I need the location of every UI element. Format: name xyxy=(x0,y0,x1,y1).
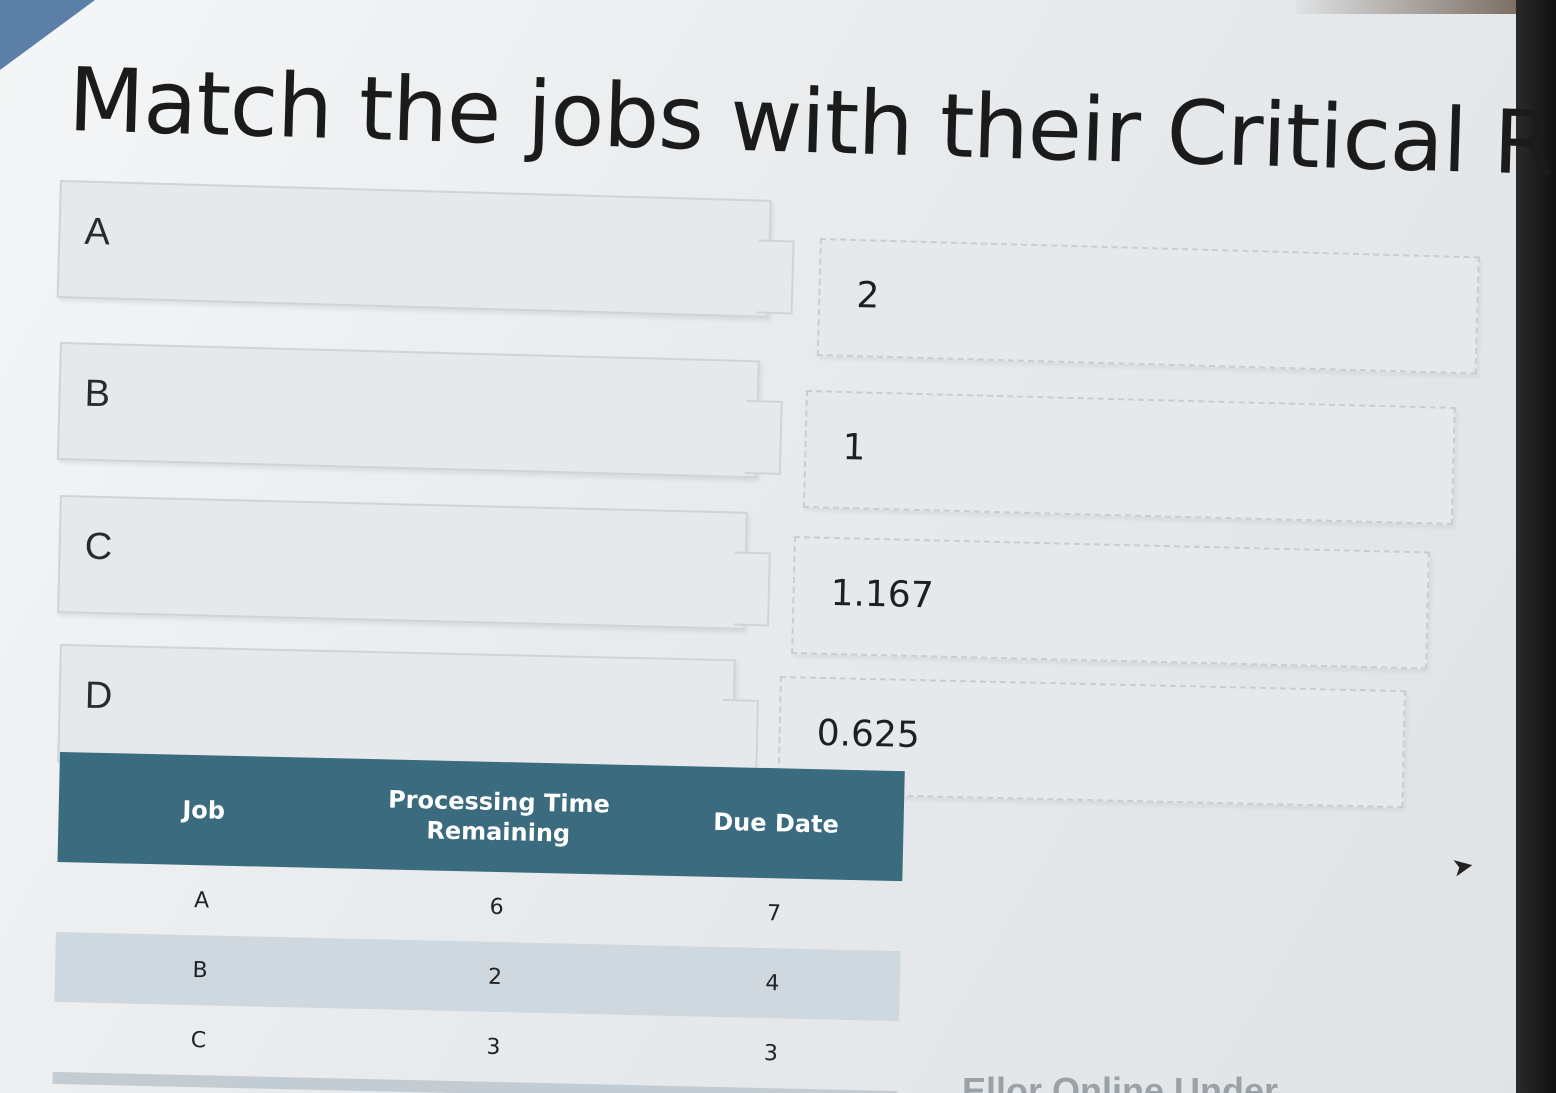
ratio-target-1[interactable]: 1 xyxy=(802,390,1456,525)
cell-processing-time: 3 xyxy=(486,1034,501,1060)
jobs-table: Job Processing Time Remaining Due Date A… xyxy=(52,752,905,1093)
cell-due-date: 4 xyxy=(765,970,780,996)
header-due-date: Due Date xyxy=(713,807,840,839)
job-label-a: A xyxy=(83,210,111,254)
header-job: Job xyxy=(182,795,226,825)
connector-tab xyxy=(721,699,759,774)
table-header: Job Processing Time Remaining Due Date xyxy=(57,752,905,882)
ratio-value: 0.625 xyxy=(816,712,921,757)
ratio-value: 1 xyxy=(841,426,866,469)
job-label-d: D xyxy=(84,674,113,718)
cell-job: C xyxy=(190,1027,207,1053)
ratio-value: 2 xyxy=(855,275,880,317)
job-drag-a[interactable]: A xyxy=(56,180,795,318)
cell-processing-time: 6 xyxy=(489,894,504,920)
connector-tab xyxy=(733,551,771,627)
slide-title: Match the jobs with their Critical Ratio xyxy=(67,48,1556,200)
job-drag-b[interactable]: B xyxy=(56,342,783,479)
job-drag-c[interactable]: C xyxy=(57,495,771,630)
ratio-value: 1.167 xyxy=(830,572,935,617)
cell-due-date: 7 xyxy=(766,900,782,926)
screen: Match the jobs with their Critical Ratio… xyxy=(0,0,1556,1093)
ratio-target-1-167[interactable]: 1.167 xyxy=(791,536,1430,670)
ratio-target-2[interactable]: 2 xyxy=(816,238,1480,375)
footer-text: Ellor Online Under... xyxy=(962,1070,1307,1093)
connector-tab xyxy=(756,239,795,315)
cell-due-date: 3 xyxy=(763,1040,779,1066)
cell-processing-time: 2 xyxy=(487,964,503,990)
job-label-b: B xyxy=(84,372,111,416)
cell-job: B xyxy=(192,957,208,983)
header-processing-time: Processing Time Remaining xyxy=(387,785,611,848)
cell-job: A xyxy=(193,887,210,913)
mouse-pointer-icon: ➤ xyxy=(1449,850,1477,884)
connector-tab xyxy=(744,399,783,475)
job-label-c: C xyxy=(84,525,113,569)
